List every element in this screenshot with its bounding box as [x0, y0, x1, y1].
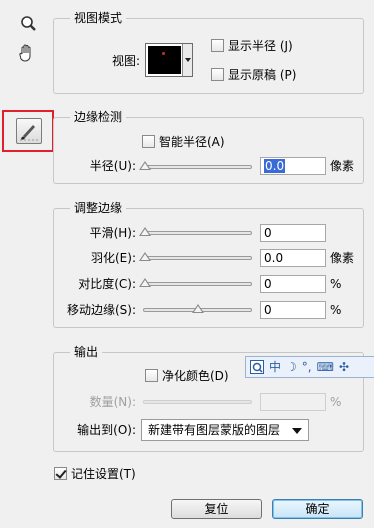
ime-toolbar[interactable]: 中 ☽ °, ⌨ ✣: [245, 356, 374, 378]
contrast-slider-thumb[interactable]: [139, 278, 151, 287]
amount-slider: [143, 400, 252, 404]
shift-edge-slider-thumb[interactable]: [192, 304, 204, 313]
radius-label: 半径(U):: [89, 159, 136, 173]
feather-unit: 像素: [330, 251, 355, 265]
ime-halfwidth-icon[interactable]: ☽: [286, 358, 297, 376]
shift-edge-input[interactable]: 0: [260, 301, 326, 319]
smart-radius-label: 智能半径(A): [159, 135, 225, 149]
view-mode-dropdown[interactable]: [145, 43, 193, 77]
show-original-label: 显示原稿 (P): [228, 68, 297, 82]
shift-edge-unit: %: [330, 303, 342, 317]
smooth-slider-thumb[interactable]: [139, 227, 151, 236]
show-original-checkbox[interactable]: [211, 68, 224, 81]
radius-unit: 像素: [330, 159, 355, 173]
shift-edge-label: 移动边缘(S):: [66, 303, 136, 317]
feather-slider[interactable]: [143, 256, 252, 260]
ime-punctuation-icon[interactable]: °,: [302, 358, 312, 376]
ime-settings-icon[interactable]: ✣: [339, 358, 349, 376]
ime-keyboard-icon[interactable]: ⌨: [317, 358, 334, 376]
decontaminate-checkbox[interactable]: [145, 369, 158, 382]
smart-radius-checkbox[interactable]: [142, 135, 155, 148]
output-to-label: 输出到(O):: [77, 423, 136, 437]
hand-icon[interactable]: [16, 42, 38, 64]
chevron-down-icon: [182, 44, 192, 76]
remember-settings-label: 记住设置(T): [71, 467, 136, 481]
radius-slider[interactable]: [143, 165, 252, 169]
output-to-dropdown[interactable]: 新建带有图层蒙版的图层: [141, 419, 309, 441]
contrast-input[interactable]: 0: [260, 275, 326, 293]
reset-button[interactable]: 复位: [171, 499, 262, 519]
show-radius-label: 显示半径 (J): [228, 39, 293, 53]
amount-unit: %: [330, 395, 342, 409]
chevron-down-icon: [292, 428, 302, 434]
amount-input: [260, 393, 326, 411]
radius-input[interactable]: 0.0: [260, 157, 326, 175]
contrast-slider[interactable]: [143, 282, 252, 286]
smooth-slider[interactable]: [143, 231, 252, 235]
contrast-label: 对比度(C):: [78, 277, 136, 291]
output-title: 输出: [70, 345, 103, 359]
contrast-unit: %: [330, 277, 342, 291]
ime-logo-icon: [250, 360, 264, 374]
amount-label: 数量(N):: [89, 395, 136, 409]
remember-settings-checkbox[interactable]: [54, 467, 67, 480]
ime-chinese-mode[interactable]: 中: [269, 358, 281, 376]
decontaminate-label: 净化颜色(D): [162, 369, 229, 383]
feather-input[interactable]: 0.0: [260, 249, 326, 267]
ok-button[interactable]: 确定: [272, 499, 363, 519]
smooth-label: 平滑(H):: [89, 226, 136, 240]
edge-detection-title: 边缘检测: [70, 110, 127, 124]
show-radius-checkbox[interactable]: [211, 39, 224, 52]
refine-tool-highlight: [2, 110, 54, 152]
feather-slider-thumb[interactable]: [139, 252, 151, 261]
feather-label: 羽化(E):: [91, 251, 136, 265]
adjust-edge-title: 调整边缘: [70, 201, 127, 215]
radius-slider-thumb[interactable]: [139, 161, 151, 170]
smooth-input[interactable]: 0: [260, 224, 326, 242]
magnifier-icon[interactable]: [18, 14, 40, 36]
refine-radius-brush-icon[interactable]: [16, 118, 42, 144]
view-mode-title: 视图模式: [70, 11, 127, 25]
view-label: 视图:: [111, 54, 140, 68]
output-to-value: 新建带有图层蒙版的图层: [148, 423, 281, 437]
